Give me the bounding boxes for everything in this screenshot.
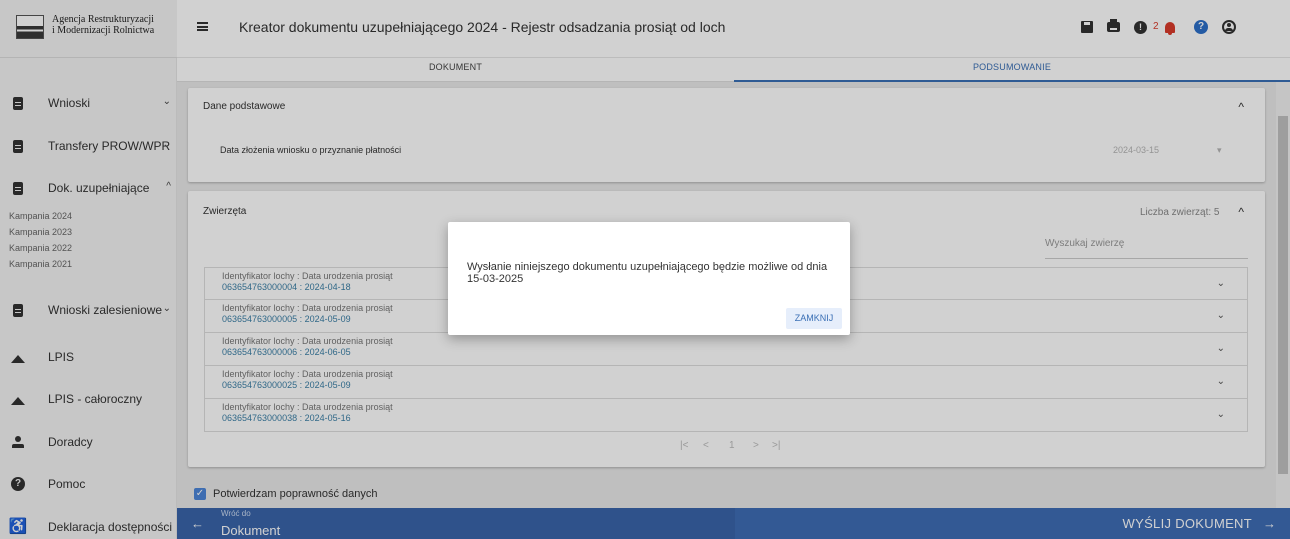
info-dialog: Wysłanie niniejszego dokumentu uzupełnia… [448,222,850,335]
dialog-message: Wysłanie niniejszego dokumentu uzupełnia… [467,261,828,285]
close-dialog-button[interactable]: ZAMKNIJ [786,308,842,329]
